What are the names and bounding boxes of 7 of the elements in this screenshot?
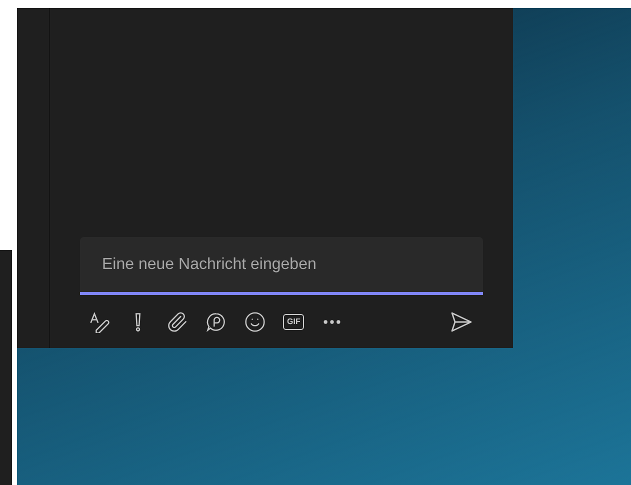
message-field[interactable]: Eine neue Nachricht eingeben (80, 237, 483, 295)
gif-button[interactable]: GIF (283, 314, 304, 330)
chat-bubble-icon[interactable] (205, 311, 227, 333)
format-pen-icon[interactable] (88, 311, 110, 333)
smiley-icon[interactable] (244, 311, 266, 333)
send-icon[interactable] (449, 310, 473, 334)
paperclip-icon[interactable] (166, 311, 188, 333)
